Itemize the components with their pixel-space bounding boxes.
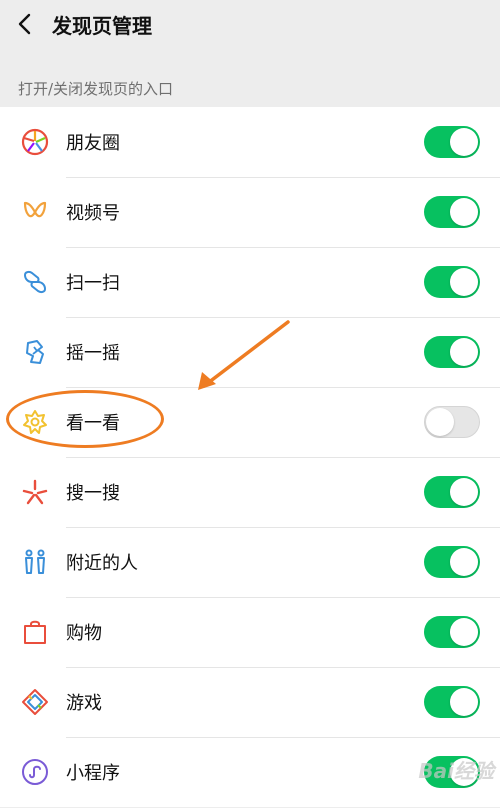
toggle-switch-mini-programs[interactable] [424, 756, 480, 788]
shopping-icon [20, 617, 50, 647]
toggle-knob [450, 128, 478, 156]
top-stories-icon [20, 407, 50, 437]
list-item-scan: 扫一扫 [0, 247, 500, 317]
toggle-knob [450, 758, 478, 786]
discover-entry-list: 朋友圈 视频号 扫一扫 摇一摇 看一看 搜一搜 附近的人 购物 游戏 小程序 [0, 107, 500, 807]
toggle-knob [450, 548, 478, 576]
search-icon [20, 477, 50, 507]
list-item-search: 搜一搜 [0, 457, 500, 527]
toggle-knob [450, 198, 478, 226]
list-item-label: 摇一摇 [66, 343, 120, 364]
chevron-left-icon [18, 13, 31, 35]
toggle-knob [450, 338, 478, 366]
toggle-switch-scan[interactable] [424, 266, 480, 298]
list-item-games: 游戏 [0, 667, 500, 737]
shake-icon [20, 337, 50, 367]
list-item-label: 搜一搜 [66, 483, 120, 504]
section-label: 打开/关闭发现页的入口 [18, 80, 174, 98]
toggle-switch-search[interactable] [424, 476, 480, 508]
channels-icon [20, 197, 50, 227]
toggle-switch-channels[interactable] [424, 196, 480, 228]
list-item-shopping: 购物 [0, 597, 500, 667]
list-item-label: 游戏 [66, 693, 102, 714]
header-bar: 发现页管理 [0, 0, 500, 48]
list-item-people-nearby: 附近的人 [0, 527, 500, 597]
list-item-top-stories: 看一看 [0, 387, 500, 457]
list-item-label: 扫一扫 [66, 273, 120, 294]
moments-icon [20, 127, 50, 157]
scan-icon [20, 267, 50, 297]
list-item-label: 小程序 [66, 763, 120, 784]
list-item-channels: 视频号 [0, 177, 500, 247]
page-title: 发现页管理 [52, 13, 152, 38]
list-item-label: 朋友圈 [66, 133, 120, 154]
toggle-knob [450, 478, 478, 506]
list-item-moments: 朋友圈 [0, 107, 500, 177]
toggle-switch-shake[interactable] [424, 336, 480, 368]
people-nearby-icon [20, 547, 50, 577]
toggle-switch-people-nearby[interactable] [424, 546, 480, 578]
toggle-switch-shopping[interactable] [424, 616, 480, 648]
back-button[interactable] [4, 0, 44, 48]
list-item-label: 看一看 [66, 413, 120, 434]
list-item-label: 购物 [66, 623, 102, 644]
list-item-label: 附近的人 [66, 553, 138, 574]
list-item-shake: 摇一摇 [0, 317, 500, 387]
toggle-knob [450, 688, 478, 716]
toggle-switch-games[interactable] [424, 686, 480, 718]
list-item-label: 视频号 [66, 203, 120, 224]
toggle-switch-moments[interactable] [424, 126, 480, 158]
games-icon [20, 687, 50, 717]
mini-programs-icon [20, 757, 50, 787]
toggle-switch-top-stories[interactable] [424, 406, 480, 438]
toggle-knob [450, 618, 478, 646]
list-item-mini-programs: 小程序 [0, 737, 500, 807]
toggle-knob [450, 268, 478, 296]
toggle-knob [426, 408, 454, 436]
